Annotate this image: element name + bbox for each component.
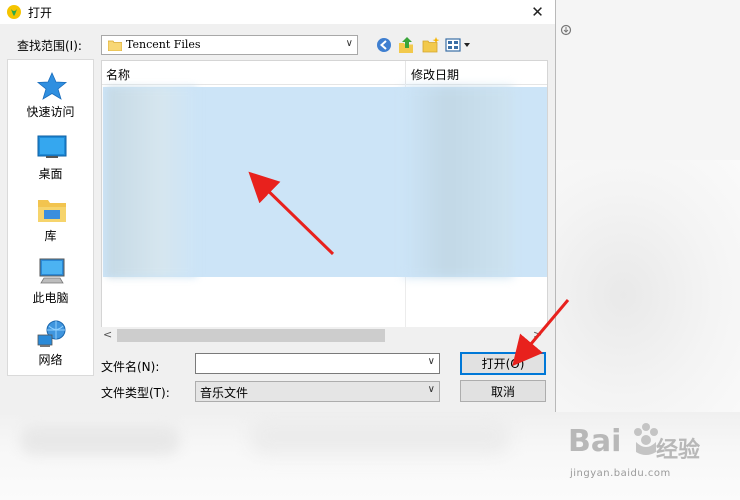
new-folder-icon [422, 37, 440, 53]
up-folder-button[interactable] [398, 36, 416, 54]
back-icon [377, 38, 391, 52]
desktop-icon [37, 135, 67, 158]
library-icon [38, 200, 66, 222]
place-label: 桌面 [38, 167, 63, 181]
watermark-brand: Bai [568, 424, 622, 459]
new-folder-button[interactable] [421, 36, 441, 54]
place-quick-access[interactable]: 快速访问 [8, 65, 93, 125]
blurred-region [20, 425, 180, 455]
place-label: 此电脑 [32, 291, 69, 305]
blurred-file-dates [403, 87, 513, 277]
file-list[interactable]: ^ 名称 修改日期 [101, 60, 548, 329]
look-in-value: Tencent Files [126, 38, 201, 51]
filetype-label: 文件类型(T): [101, 386, 170, 400]
place-desktop[interactable]: 桌面 [8, 127, 93, 187]
scroll-right-icon[interactable]: > [533, 328, 542, 341]
open-file-dialog: 打开 ✕ 查找范围(I): Tencent Files ∨ 快速访问 桌面 库 … [0, 0, 556, 412]
place-label: 库 [44, 229, 57, 243]
cancel-button[interactable]: 取消 [460, 380, 546, 402]
folder-icon [108, 40, 122, 51]
filetype-dropdown[interactable]: 音乐文件 ∨ [195, 381, 440, 402]
column-header-date[interactable]: 修改日期 [411, 66, 459, 83]
up-folder-icon [399, 37, 413, 53]
scroll-thumb[interactable] [117, 329, 385, 342]
filename-input[interactable]: ∨ [195, 353, 440, 374]
blurred-region [545, 160, 740, 430]
place-label: 快速访问 [26, 105, 75, 119]
place-library[interactable]: 库 [8, 189, 93, 249]
place-label: 网络 [38, 353, 63, 367]
chevron-down-icon[interactable]: ∨ [428, 356, 435, 367]
place-network[interactable]: 网络 [8, 313, 93, 373]
quick-access-icon [36, 72, 68, 100]
title-bar[interactable]: 打开 ✕ [0, 0, 555, 24]
network-icon [37, 320, 66, 347]
places-bar: 快速访问 桌面 库 此电脑 网络 [7, 59, 94, 376]
filetype-value: 音乐文件 [200, 386, 249, 400]
selected-file-rows[interactable] [103, 87, 547, 277]
look-in-dropdown[interactable]: Tencent Files ∨ [101, 35, 358, 55]
list-header: ^ 名称 修改日期 [102, 60, 547, 85]
filename-label: 文件名(N): [101, 360, 160, 374]
blurred-region [250, 418, 510, 454]
close-button[interactable]: ✕ [520, 0, 555, 24]
chevron-down-icon: ∨ [427, 384, 435, 395]
back-button[interactable] [375, 36, 393, 54]
view-menu-button[interactable] [445, 36, 473, 54]
column-divider[interactable] [405, 61, 406, 84]
location-pin-icon[interactable] [560, 24, 572, 38]
look-in-label: 查找范围(I): [17, 39, 82, 53]
watermark-url: jingyan.baidu.com [570, 468, 671, 479]
open-button[interactable]: 打开(O) [460, 352, 546, 375]
blurred-file-names [107, 87, 197, 277]
place-this-pc[interactable]: 此电脑 [8, 251, 93, 311]
watermark-brand-suffix: 经验 [656, 438, 701, 463]
dialog-title: 打开 [28, 6, 53, 20]
horizontal-scrollbar[interactable]: < > [101, 327, 548, 344]
this-pc-icon [39, 258, 65, 284]
sort-ascending-icon: ^ [247, 60, 256, 68]
scroll-left-icon[interactable]: < [103, 328, 112, 341]
chevron-down-icon: ∨ [345, 38, 353, 49]
view-menu-icon [445, 38, 470, 52]
column-header-name[interactable]: 名称 [106, 66, 130, 83]
app-logo-icon [7, 5, 21, 19]
